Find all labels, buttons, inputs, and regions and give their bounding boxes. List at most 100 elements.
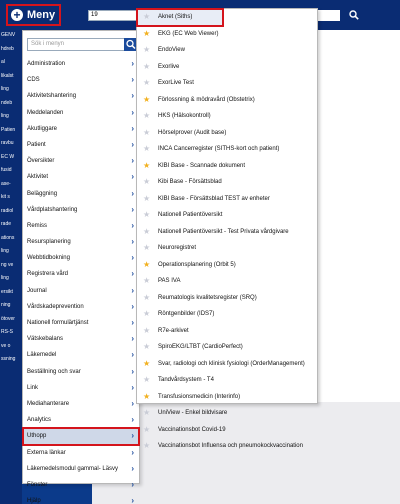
left-strip-label[interactable]: likalst	[1, 73, 14, 79]
left-strip-label[interactable]: radiol	[1, 208, 13, 214]
star-empty-icon[interactable]: ★	[143, 240, 150, 257]
left-strip-label[interactable]: rade	[1, 221, 11, 227]
star-filled-icon[interactable]: ★	[143, 158, 150, 175]
menu-item-cds[interactable]: CDS ›	[23, 72, 139, 88]
menu-item-läkemedelsmodul-gammal-läsvy[interactable]: Läkemedelsmodul gammal- Läsvy ›	[23, 461, 139, 477]
menu-item-externa-länkar[interactable]: Externa länkar ›	[23, 445, 139, 461]
submenu-item[interactable]: ★ KIBI Base - Försättsblad TEST av enhete…	[137, 191, 317, 208]
star-filled-icon[interactable]: ★	[143, 356, 150, 373]
star-filled-icon[interactable]: ★	[143, 92, 150, 109]
menu-item-vätskebalans[interactable]: Vätskebalans ›	[23, 331, 139, 347]
left-strip-label[interactable]: ling	[1, 275, 9, 281]
left-strip-label[interactable]: ravbu	[1, 140, 14, 146]
submenu-item[interactable]: ★ UniView - Enkel bildvisare	[137, 405, 317, 422]
left-strip-label[interactable]: Patien	[1, 127, 15, 133]
submenu-item[interactable]: ★ Exorlive	[137, 59, 317, 76]
star-empty-icon[interactable]: ★	[143, 405, 150, 422]
menu-search-input[interactable]: Sök i menyn	[27, 38, 125, 51]
left-strip-label[interactable]: ations	[1, 235, 14, 241]
left-strip-label[interactable]: ning	[1, 302, 10, 308]
menu-item-journal[interactable]: Journal ›	[23, 283, 139, 299]
star-empty-icon[interactable]: ★	[143, 438, 150, 455]
star-empty-icon[interactable]: ★	[143, 339, 150, 356]
patient-search-input[interactable]: 19	[88, 10, 138, 21]
submenu-item[interactable]: ★ Nationell Patientöversikt - Test Privat…	[137, 224, 317, 241]
submenu-item[interactable]: ★ EKG (EC Web Viewer)	[137, 26, 317, 43]
menu-item-akutliggare[interactable]: Akutliggare ›	[23, 121, 139, 137]
submenu-item[interactable]: ★ Transfusionsmedicin (Interinfo)	[137, 389, 317, 406]
menu-item-patient[interactable]: Patient ›	[23, 137, 139, 153]
left-strip-label[interactable]: ase-	[1, 181, 11, 187]
search-icon[interactable]	[349, 10, 359, 20]
star-filled-icon[interactable]: ★	[143, 389, 150, 406]
menu-item-administration[interactable]: Administration ›	[23, 56, 139, 72]
left-strip-label[interactable]: ling	[1, 86, 9, 92]
left-strip-label[interactable]: ling	[1, 248, 9, 254]
submenu-item[interactable]: ★ Tandvårdsystem - T4	[137, 372, 317, 389]
submenu-item[interactable]: ★ Aknet (Siths)	[136, 8, 224, 27]
star-empty-icon[interactable]: ★	[143, 9, 150, 26]
menu-item-mediahanterare[interactable]: Mediahanterare ›	[23, 396, 139, 412]
menu-item-aktivitet[interactable]: Aktivitet ›	[23, 169, 139, 185]
menu-item-link[interactable]: Link ›	[23, 380, 139, 396]
submenu-item[interactable]: ★ Svar, radiologi och klinisk fysiologi (…	[137, 356, 317, 373]
star-empty-icon[interactable]: ★	[143, 191, 150, 208]
menu-item-läkemedel[interactable]: Läkemedel ›	[23, 347, 139, 363]
submenu-item[interactable]: ★ Hörselprover (Audit base)	[137, 125, 317, 142]
menu-item-beläggning[interactable]: Beläggning ›	[23, 186, 139, 202]
left-strip-label[interactable]: ersikt	[1, 289, 13, 295]
left-strip-label[interactable]: ve o	[1, 343, 10, 349]
submenu-item[interactable]: ★ EndoView	[137, 42, 317, 59]
left-strip-label[interactable]: ssning	[1, 356, 15, 362]
menu-item-remiss[interactable]: Remiss ›	[23, 218, 139, 234]
submenu-item[interactable]: ★ HKS (Hälsokontroll)	[137, 108, 317, 125]
left-strip-label[interactable]: EC W	[1, 154, 14, 160]
star-empty-icon[interactable]: ★	[143, 422, 150, 439]
menu-item-resursplanering[interactable]: Resursplanering ›	[23, 234, 139, 250]
left-strip-label[interactable]: ng ve	[1, 262, 13, 268]
menu-item-hjälp[interactable]: Hjälp ›	[23, 493, 139, 504]
submenu-item[interactable]: ★ Vaccinationsbot Covid-19	[137, 422, 317, 439]
submenu-item[interactable]: ★ Vaccinationsbot Influensa och pneumokoc…	[137, 438, 317, 455]
menu-item-fönster[interactable]: Fönster ›	[23, 477, 139, 493]
submenu-item[interactable]: ★ ExorLive Test	[137, 75, 317, 92]
left-strip-label[interactable]: RS-S	[1, 329, 13, 335]
star-empty-icon[interactable]: ★	[143, 141, 150, 158]
star-empty-icon[interactable]: ★	[143, 224, 150, 241]
left-strip-label[interactable]: hdreb	[1, 46, 14, 52]
star-empty-icon[interactable]: ★	[143, 42, 150, 59]
menu-item-uthopp[interactable]: Uthopp ›	[22, 427, 140, 446]
menu-item-analytics[interactable]: Analytics ›	[23, 412, 139, 428]
submenu-item[interactable]: ★ Operationsplanering (Orbit 5)	[137, 257, 317, 274]
menu-item-webbtidbokning[interactable]: Webbtidbokning ›	[23, 250, 139, 266]
submenu-item[interactable]: ★ Reumatologis kvalitetsregister (SRQ)	[137, 290, 317, 307]
left-strip-label[interactable]: fusid	[1, 167, 12, 173]
submenu-item[interactable]: ★ Neuroregistret	[137, 240, 317, 257]
submenu-item[interactable]: ★ Nationell Patientöversikt	[137, 207, 317, 224]
star-filled-icon[interactable]: ★	[143, 26, 150, 43]
left-strip-label[interactable]: kit s	[1, 194, 10, 200]
star-empty-icon[interactable]: ★	[143, 75, 150, 92]
left-strip-label[interactable]: ndeb	[1, 100, 12, 106]
star-empty-icon[interactable]: ★	[143, 59, 150, 76]
star-filled-icon[interactable]: ★	[143, 257, 150, 274]
submenu-item[interactable]: ★ SpiroEKG/LTBT (CardioPerfect)	[137, 339, 317, 356]
menu-item-översikter[interactable]: Översikter ›	[23, 153, 139, 169]
star-empty-icon[interactable]: ★	[143, 174, 150, 191]
star-empty-icon[interactable]: ★	[143, 108, 150, 125]
star-empty-icon[interactable]: ★	[143, 290, 150, 307]
star-empty-icon[interactable]: ★	[143, 323, 150, 340]
submenu-item[interactable]: ★ Röntgenbilder (IDS7)	[137, 306, 317, 323]
submenu-item[interactable]: ★ KIBI Base - Scannade dokument	[137, 158, 317, 175]
submenu-item[interactable]: ★ Kibi Base - Försättsblad	[137, 174, 317, 191]
menu-item-registrera-vård[interactable]: Registrera vård ›	[23, 266, 139, 282]
submenu-item[interactable]: ★ Förlossning & mödravård (Obstetrix)	[137, 92, 317, 109]
menu-button[interactable]: + Meny	[6, 4, 61, 26]
star-empty-icon[interactable]: ★	[143, 273, 150, 290]
menu-item-aktivitetshantering[interactable]: Aktivitetshantering ›	[23, 88, 139, 104]
left-strip-label[interactable]: al	[1, 59, 5, 65]
submenu-item[interactable]: ★ R7e-arkivet	[137, 323, 317, 340]
star-empty-icon[interactable]: ★	[143, 207, 150, 224]
star-empty-icon[interactable]: ★	[143, 306, 150, 323]
menu-item-nationell-formulärtjänst[interactable]: Nationell formulärtjänst ›	[23, 315, 139, 331]
